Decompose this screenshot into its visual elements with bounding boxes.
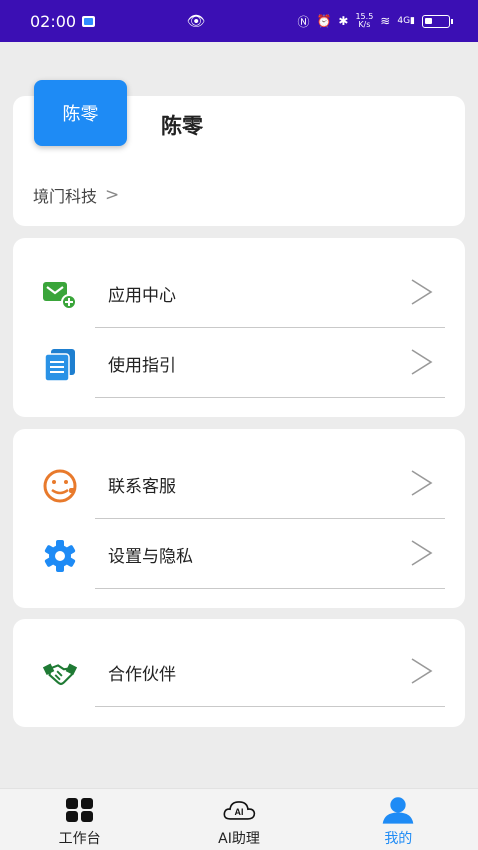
status-bar: 02:00 👁 Ⓝ ⏰ ✱ 15.5 K/s ≋ 4G▮ (0, 0, 478, 42)
organization-link[interactable]: 境门科技 > (33, 183, 119, 207)
user-guide-label: 使用指引 (108, 356, 176, 376)
menu-group-apps: 应用中心 使用指引 (13, 238, 465, 417)
tab-ai-assistant-label: AI助理 (218, 831, 260, 847)
handshake-icon (41, 657, 79, 691)
chevron-right-icon (411, 470, 433, 496)
chevron-right-icon: > (105, 185, 120, 205)
ai-cloud-icon: AI (222, 795, 256, 825)
menu-item-partners[interactable]: 合作伙伴 (13, 637, 465, 707)
customer-service-icon (41, 469, 79, 503)
eye-icon: 👁 (186, 12, 206, 30)
chevron-right-icon (411, 540, 433, 566)
chevron-right-icon (411, 349, 433, 375)
tab-ai-assistant[interactable]: AI AI助理 (179, 789, 299, 850)
bluetooth-icon: ✱ (338, 14, 349, 28)
document-icon (41, 348, 79, 382)
signal-icon: 4G▮ (397, 16, 415, 26)
organization-name: 境门科技 (33, 187, 98, 206)
tab-workbench[interactable]: 工作台 (20, 789, 140, 850)
user-icon (381, 795, 415, 825)
tab-mine-label: 我的 (384, 831, 413, 847)
ai-badge-text: AI (235, 807, 244, 817)
menu-item-app-center[interactable]: 应用中心 (13, 258, 465, 328)
customer-service-label: 联系客服 (108, 477, 176, 497)
divider (95, 397, 445, 398)
battery-icon (422, 14, 453, 28)
wifi-icon: ≋ (380, 14, 391, 28)
message-notification-icon (82, 15, 96, 27)
partners-label: 合作伙伴 (108, 665, 176, 685)
menu-item-customer-service[interactable]: 联系客服 (13, 449, 465, 519)
tab-workbench-label: 工作台 (58, 831, 101, 847)
nfc-icon: Ⓝ (297, 14, 310, 29)
gear-icon (41, 539, 79, 573)
alarm-icon: ⏰ (316, 14, 332, 28)
chevron-right-icon (411, 658, 433, 684)
network-type: 4G (397, 16, 411, 26)
menu-item-user-guide[interactable]: 使用指引 (13, 328, 465, 398)
avatar[interactable]: 陈零 (34, 80, 127, 146)
app-center-label: 应用中心 (108, 286, 176, 306)
chevron-right-icon (411, 279, 433, 305)
tab-mine[interactable]: 我的 (338, 789, 458, 850)
divider (95, 588, 445, 589)
menu-item-settings-privacy[interactable]: 设置与隐私 (13, 519, 465, 589)
profile-card: 陈零 陈零 境门科技 > (13, 80, 465, 226)
status-time: 02:00 (30, 11, 77, 31)
network-speed-unit: K/s (358, 20, 371, 29)
app-center-icon (41, 278, 79, 312)
user-name: 陈零 (161, 114, 203, 138)
menu-group-support: 联系客服 设置与隐私 (13, 429, 465, 608)
avatar-text: 陈零 (62, 104, 99, 125)
grid-icon (63, 795, 97, 825)
network-speed: 15.5 K/s (355, 13, 373, 29)
settings-privacy-label: 设置与隐私 (108, 547, 193, 567)
divider (95, 706, 445, 707)
menu-group-partners: 合作伙伴 (13, 619, 465, 727)
bottom-tab-bar: 工作台 AI AI助理 我的 (0, 788, 478, 850)
